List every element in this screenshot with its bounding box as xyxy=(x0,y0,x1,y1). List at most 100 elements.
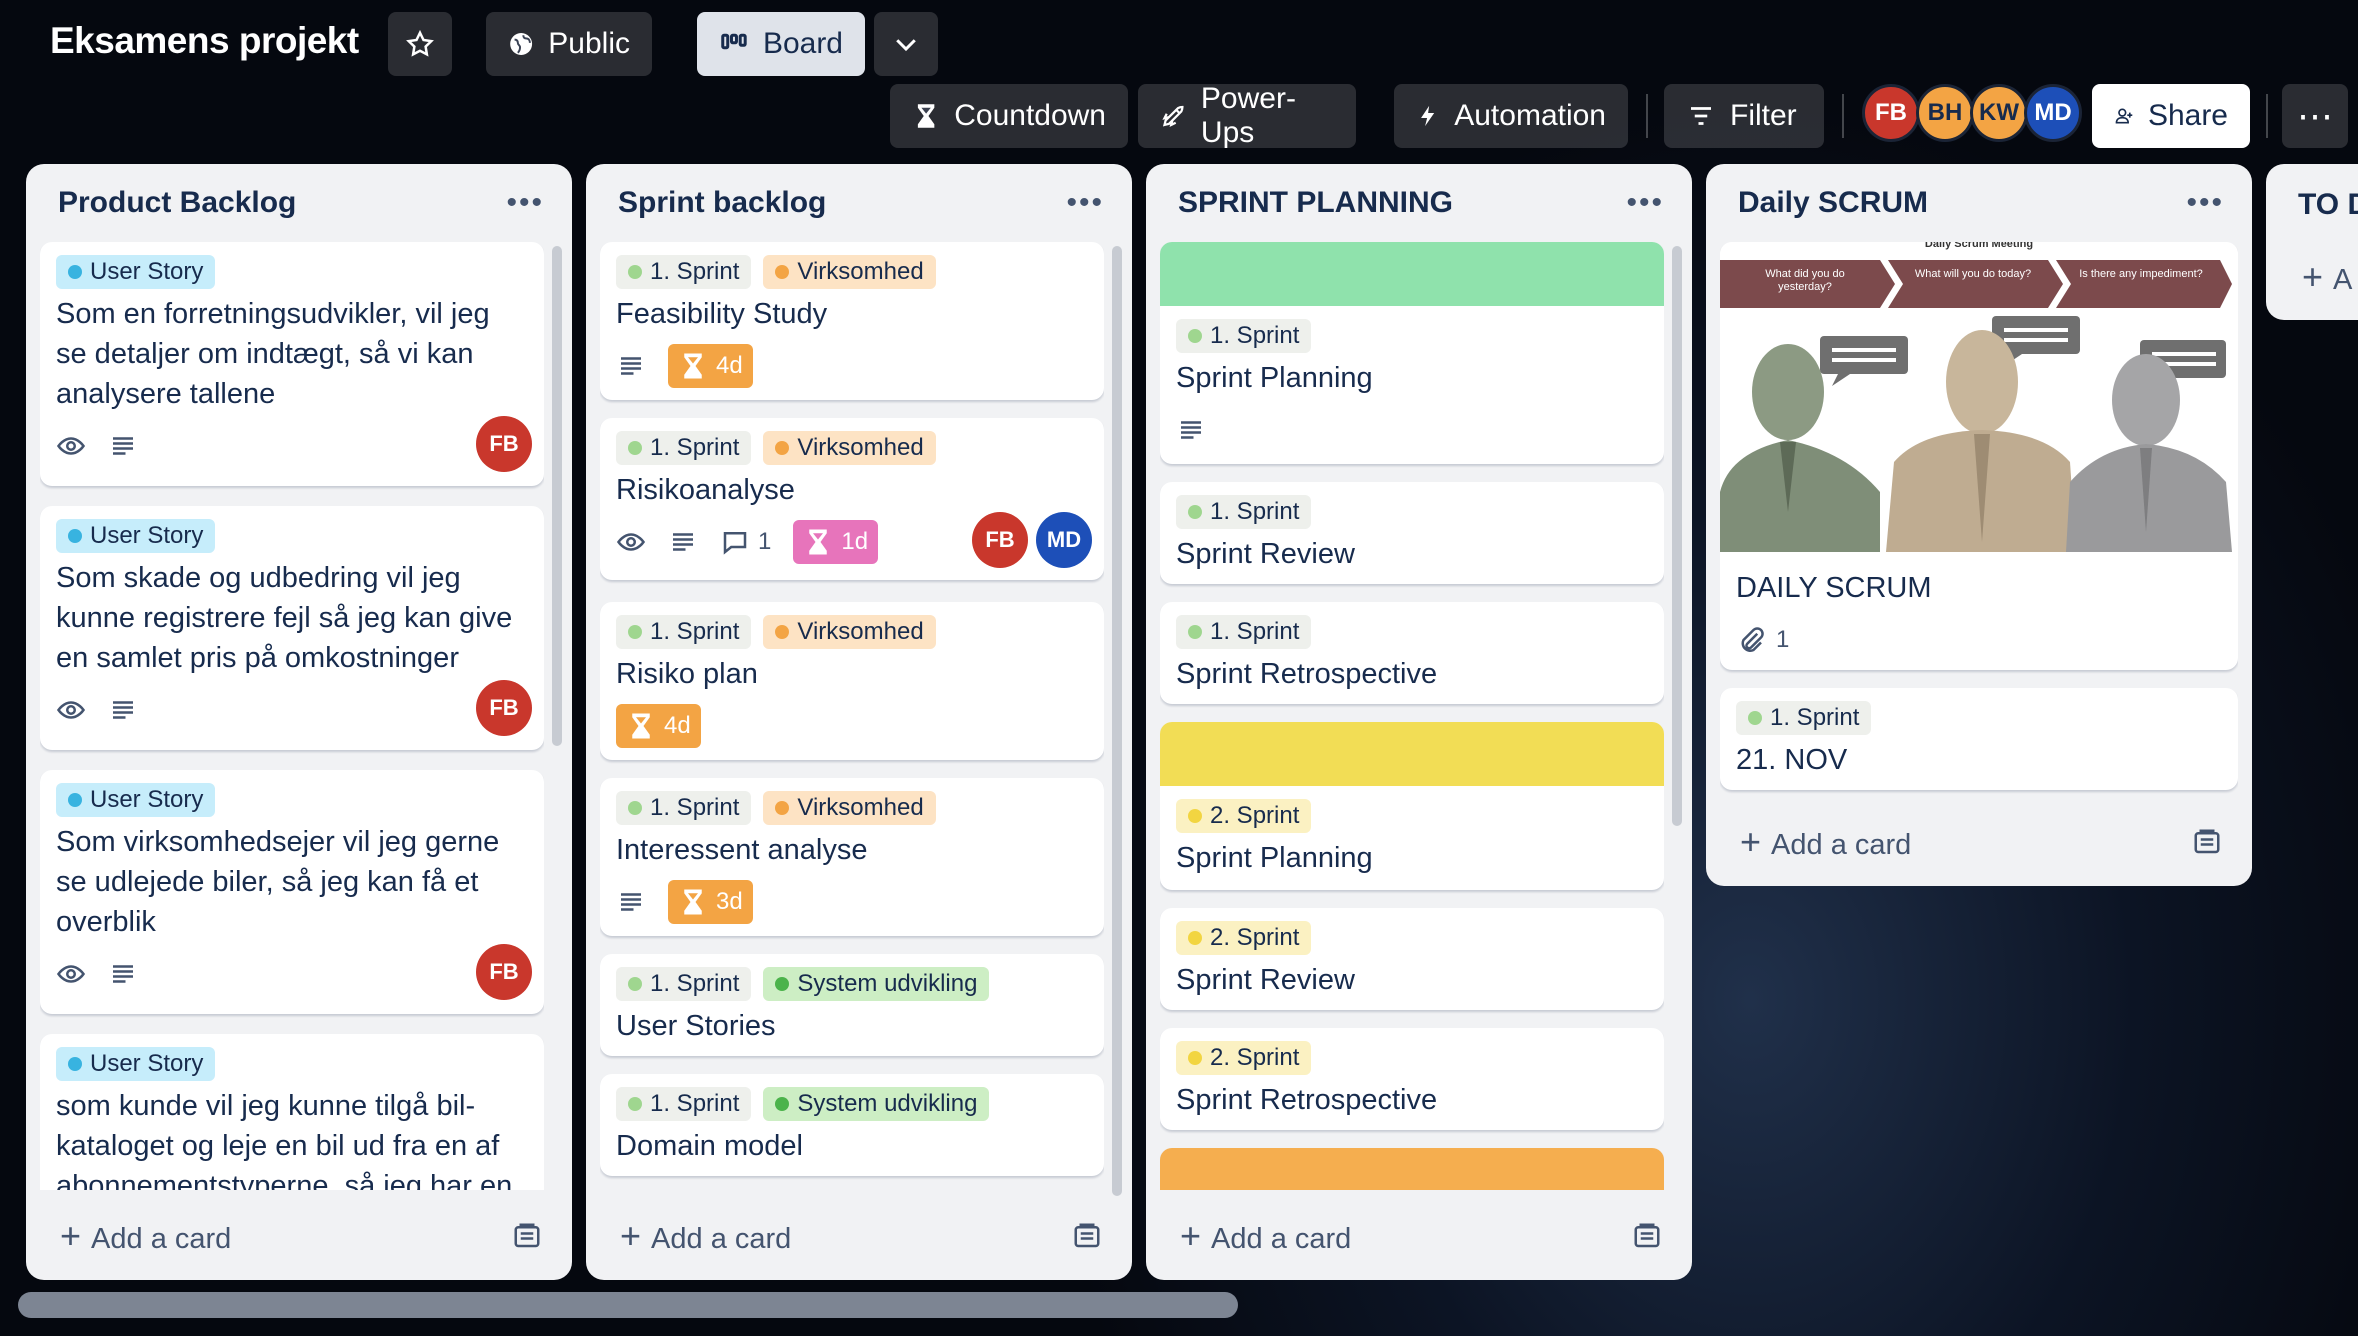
hourglass-icon xyxy=(684,889,702,915)
card-title: Sprint Planning xyxy=(1176,842,1373,874)
board-header: Eksamens projekt Public Board Countdown … xyxy=(0,0,2358,160)
card-title: Sprint Review xyxy=(1176,538,1355,570)
card[interactable]: User Story Som skade og udbedring vil je… xyxy=(40,506,544,750)
card[interactable]: User Story som kunde vil jeg kunne tilgå… xyxy=(40,1034,544,1190)
countdown-badge[interactable]: 4d xyxy=(616,704,701,748)
card[interactable]: 1. Sprint Sprint Review xyxy=(1160,482,1664,584)
list-title[interactable]: Sprint backlog xyxy=(618,186,826,220)
powerups-button[interactable]: Power-Ups xyxy=(1138,82,1356,149)
member-avatar[interactable]: MD xyxy=(2024,84,2082,142)
member-avatar[interactable]: FB xyxy=(1862,84,1920,142)
card[interactable]: 1. Sprint Virksomhed Feasibility Study 4… xyxy=(600,242,1104,400)
description-icon xyxy=(621,893,641,911)
card-member-avatar[interactable]: FB xyxy=(972,512,1028,568)
list-scrollbar[interactable] xyxy=(1672,246,1682,826)
add-card-row[interactable]: + Add a card xyxy=(1740,812,2222,872)
add-card-row[interactable]: + Add a card xyxy=(1180,1206,1662,1266)
card-template-icon[interactable] xyxy=(512,1221,542,1251)
automation-label: Automation xyxy=(1454,99,1606,132)
card[interactable]: User Story Som en forretningsudvikler, v… xyxy=(40,242,544,486)
card-container: 1. Sprint Sprint Planning 1. Sprint Spri… xyxy=(1160,242,1664,1190)
card-title: Sprint Retrospective xyxy=(1176,658,1438,690)
board-horizontal-scrollbar[interactable] xyxy=(18,1292,1238,1318)
share-button[interactable]: Share xyxy=(2092,84,2250,148)
list-menu-icon[interactable]: ••• xyxy=(1626,186,1664,220)
card-template-icon[interactable] xyxy=(2192,827,2222,857)
list-scrollbar[interactable] xyxy=(552,246,562,746)
label-sprint: 1. Sprint xyxy=(1176,495,1312,529)
card[interactable]: 1. Sprint 21. NOV xyxy=(1720,688,2238,790)
card[interactable]: 1. Sprint System udvikling Domain model xyxy=(600,1074,1104,1176)
list-menu-icon[interactable]: ••• xyxy=(2186,186,2224,220)
label-sprint: 1. Sprint xyxy=(1176,615,1312,649)
list-menu-icon[interactable]: ••• xyxy=(1066,186,1104,220)
card[interactable]: 1. Sprint System udvikling User Stories xyxy=(600,954,1104,1056)
card-member-avatar[interactable]: FB xyxy=(476,416,532,472)
add-card-row[interactable]: + A xyxy=(2302,256,2352,298)
add-member-icon xyxy=(2115,108,2133,124)
automation-button[interactable]: Automation xyxy=(1394,84,1628,148)
card[interactable]: 1. Sprint Sprint Retrospective xyxy=(1160,602,1664,704)
description-icon xyxy=(621,357,641,375)
label-sprint: 1. Sprint xyxy=(1176,319,1312,353)
member-avatar[interactable]: KW xyxy=(1970,84,2028,142)
globe-icon xyxy=(510,33,533,55)
countdown-label: Countdown xyxy=(954,99,1106,132)
card[interactable]: 1. Sprint Virksomhed Risiko plan 4d xyxy=(600,602,1104,760)
card[interactable]: 2. Sprint Sprint Retrospective xyxy=(1160,1028,1664,1130)
eye-icon xyxy=(56,701,86,719)
add-card-row[interactable]: + Add a card xyxy=(60,1206,542,1266)
label-user-story: User Story xyxy=(56,1047,216,1081)
card-title: DAILY SCRUM xyxy=(1736,572,1932,604)
member-avatar[interactable]: BH xyxy=(1916,84,1974,142)
board-menu-button[interactable]: ⋯ xyxy=(2282,84,2348,148)
card[interactable]: 1. Sprint Virksomhed Interessent analyse… xyxy=(600,778,1104,936)
card-title: 21. NOV xyxy=(1736,744,1848,776)
card-title: Som skade og udbedring vil jeg kunne reg… xyxy=(56,562,513,674)
card[interactable]: 2. Sprint Sprint Planning xyxy=(1160,722,1664,890)
countdown-badge[interactable]: 3d xyxy=(668,880,753,924)
description-icon xyxy=(113,701,133,719)
hourglass-icon xyxy=(632,713,650,739)
card-template-icon[interactable] xyxy=(1072,1221,1102,1251)
label-virksomhed: Virksomhed xyxy=(763,255,936,289)
list-title[interactable]: TO D xyxy=(2298,188,2358,222)
view-switcher-button[interactable] xyxy=(874,12,938,76)
card[interactable] xyxy=(1160,1148,1664,1190)
card[interactable]: 1. Sprint Virksomhed Risikoanalyse 1 1d xyxy=(600,418,1104,580)
countdown-button[interactable]: Countdown xyxy=(890,84,1128,148)
description-icon xyxy=(113,965,133,983)
list-menu-icon[interactable]: ••• xyxy=(506,186,544,220)
list-header: Sprint backlog ••• xyxy=(586,164,1132,242)
card-member-avatar[interactable]: FB xyxy=(476,680,532,736)
card-title: Interessent analyse xyxy=(616,834,868,866)
plus-icon: + xyxy=(1740,821,1762,862)
card-title: Domain model xyxy=(616,1130,803,1162)
attachment-badge: 1 xyxy=(1736,625,1789,655)
countdown-badge[interactable]: 1d xyxy=(793,520,879,564)
filter-button[interactable]: Filter xyxy=(1664,84,1824,148)
list-sprint-planning: SPRINT PLANNING ••• 1. Sprint Sprint Pla… xyxy=(1146,164,1692,1280)
label-sprint: 1. Sprint xyxy=(616,431,752,465)
eye-icon xyxy=(616,533,646,551)
board-title[interactable]: Eksamens projekt xyxy=(50,20,359,62)
visibility-button[interactable]: Public xyxy=(486,12,652,76)
list-title[interactable]: SPRINT PLANNING xyxy=(1178,186,1453,220)
card[interactable]: User Story Som virksomhedsejer vil jeg g… xyxy=(40,770,544,1014)
card[interactable]: 1. Sprint Sprint Planning xyxy=(1160,242,1664,464)
list-title[interactable]: Product Backlog xyxy=(58,186,296,220)
eye-icon xyxy=(56,965,86,983)
countdown-badge[interactable]: 4d xyxy=(668,344,753,388)
card[interactable]: 2. Sprint Sprint Review xyxy=(1160,908,1664,1010)
add-card-row[interactable]: + Add a card xyxy=(620,1206,1102,1266)
star-button[interactable] xyxy=(388,12,452,76)
board-view-button[interactable]: Board xyxy=(697,12,865,76)
card-member-avatar[interactable]: FB xyxy=(476,944,532,1000)
list-scrollbar[interactable] xyxy=(1112,246,1122,1196)
card-title: Som en forretningsudvikler, vil jeg se d… xyxy=(56,298,490,410)
plus-icon: + xyxy=(60,1215,82,1256)
card[interactable]: Daily Scrum Meeting What did you do yest… xyxy=(1720,242,2238,670)
list-title[interactable]: Daily SCRUM xyxy=(1738,186,1928,220)
card-template-icon[interactable] xyxy=(1632,1221,1662,1251)
card-member-avatar[interactable]: MD xyxy=(1036,512,1092,568)
